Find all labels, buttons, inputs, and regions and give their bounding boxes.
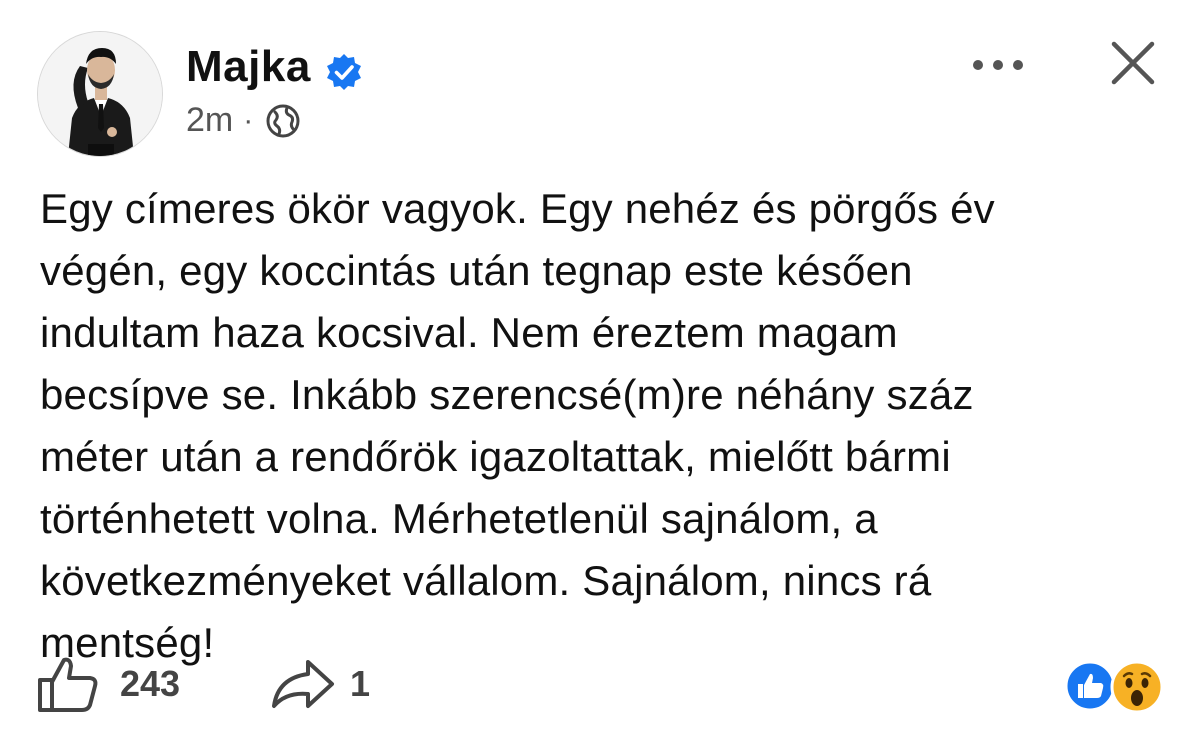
globe-icon[interactable] bbox=[265, 103, 301, 139]
like-button[interactable]: 243 bbox=[36, 654, 180, 714]
share-button[interactable]: 1 bbox=[270, 656, 370, 712]
post-text-line: mentség! bbox=[40, 619, 215, 666]
post-meta: 2m · bbox=[186, 101, 301, 140]
share-count: 1 bbox=[350, 663, 371, 704]
share-arrow-icon bbox=[272, 660, 334, 708]
more-dots-icon bbox=[973, 60, 1023, 70]
reactions-summary[interactable] bbox=[1062, 656, 1172, 716]
close-icon[interactable] bbox=[1108, 38, 1158, 88]
post-text-line: végén, egy koccintás után tegnap este ké… bbox=[40, 247, 913, 294]
facebook-post: Majka 2m · Egy címeres ökör vagyok. Egy … bbox=[0, 0, 1200, 750]
meta-separator: · bbox=[243, 103, 254, 137]
wow-reaction-icon bbox=[1110, 660, 1164, 714]
thumbs-up-icon bbox=[38, 657, 98, 712]
like-reaction-icon bbox=[1064, 660, 1116, 712]
avatar[interactable] bbox=[38, 32, 162, 156]
verified-badge-icon bbox=[327, 54, 361, 90]
post-text-line: Egy címeres ökör vagyok. Egy nehéz és pö… bbox=[40, 185, 995, 232]
post-text-line: történhetett volna. Mérhetetlenül sajnál… bbox=[40, 495, 878, 542]
more-options-button[interactable] bbox=[968, 50, 1028, 80]
post-text: Egy címeres ökör vagyok. Egy nehéz és pö… bbox=[40, 178, 1150, 674]
post-text-line: becsípve se. Inkább szerencsé(m)re néhán… bbox=[40, 371, 974, 418]
post-time[interactable]: 2m bbox=[186, 101, 233, 140]
post-text-line: méter után a rendőrök igazoltattak, miel… bbox=[40, 433, 951, 480]
post-text-line: következményeket vállalom. Sajnálom, nin… bbox=[40, 557, 932, 604]
like-count: 243 bbox=[120, 663, 181, 704]
author-name[interactable]: Majka bbox=[186, 42, 311, 92]
post-text-line: indultam haza kocsival. Nem éreztem maga… bbox=[40, 309, 898, 356]
